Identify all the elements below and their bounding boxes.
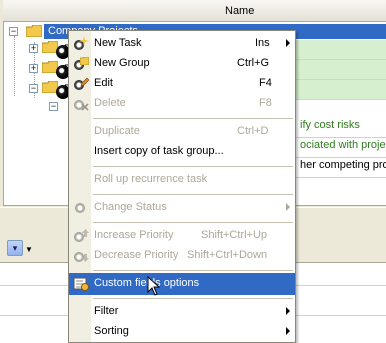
view-dropdown-button[interactable]: ▾ (7, 240, 23, 256)
mouse-cursor-icon (147, 276, 161, 296)
task-name-cell[interactable]: ociated with projec (300, 139, 386, 151)
dropdown-arrow-icon[interactable]: ▼ (25, 245, 33, 254)
menu-item-label: Filter (94, 305, 119, 317)
expand-icon[interactable]: + (29, 64, 38, 73)
collapse-icon[interactable]: − (9, 27, 18, 36)
menu-item-shortcut: F8 (259, 97, 272, 109)
menu-item-label: Delete (94, 97, 126, 109)
menu-item-label: Insert copy of task group... (94, 145, 224, 157)
column-header-name[interactable]: Name (225, 5, 254, 17)
menu-item-label: Duplicate (94, 125, 140, 137)
menu-separator (93, 222, 293, 223)
menu-item-roll-up-recurrence[interactable]: Roll up recurrence task (69, 169, 295, 191)
task-name-cell[interactable]: her competing proj (300, 159, 386, 171)
menu-item-label: Edit (94, 77, 113, 89)
task-name-cell[interactable]: ify cost risks (300, 119, 360, 131)
menu-item-decrease-priority[interactable]: Decrease Priority Shift+Ctrl+Down (69, 245, 295, 267)
collapse-icon[interactable]: − (29, 84, 38, 93)
submenu-arrow-icon (286, 307, 290, 315)
delete-icon (73, 96, 89, 112)
edit-icon (73, 76, 89, 92)
menu-separator (93, 118, 293, 119)
menu-item-shortcut: Ctrl+G (237, 57, 270, 69)
menu-item-label: Change Status (94, 201, 167, 213)
menu-separator (93, 166, 293, 167)
menu-item-edit[interactable]: Edit F4 (69, 73, 295, 95)
menu-item-shortcut: F4 (259, 77, 272, 89)
menu-item-shortcut: Ins (255, 37, 270, 49)
new-task-icon (73, 36, 89, 52)
menu-item-shortcut: Shift+Ctrl+Down (187, 249, 268, 261)
change-status-icon (73, 200, 89, 216)
row-divider (296, 177, 386, 178)
menu-item-sorting[interactable]: Sorting (69, 321, 295, 342)
menu-item-new-group[interactable]: New Group Ctrl+G (69, 53, 295, 75)
context-menu: New Task Ins New Group Ctrl+G Edit F4 De… (68, 30, 296, 343)
custom-fields-icon (73, 276, 89, 292)
menu-item-new-task[interactable]: New Task Ins (69, 33, 295, 55)
submenu-arrow-icon (286, 39, 290, 47)
tree-connector (14, 36, 15, 96)
menu-item-shortcut: Ctrl+D (237, 125, 269, 137)
new-group-icon (73, 56, 89, 72)
menu-separator (93, 298, 293, 299)
menu-item-delete[interactable]: Delete F8 (69, 93, 295, 115)
folder-icon (26, 25, 42, 37)
menu-item-duplicate[interactable]: Duplicate Ctrl+D (69, 121, 295, 143)
menu-separator (93, 270, 293, 271)
menu-item-label: New Task (94, 37, 142, 49)
row-divider (296, 157, 386, 158)
menu-separator (93, 194, 293, 195)
menu-item-label: Increase Priority (94, 229, 174, 241)
menu-item-increase-priority[interactable]: Increase Priority Shift+Ctrl+Up (69, 225, 295, 247)
column-header-row: Name (3, 0, 386, 22)
menu-item-label: Decrease Priority (94, 249, 179, 261)
submenu-arrow-icon (286, 203, 290, 211)
menu-item-custom-fields-options[interactable]: Custom fields options (69, 273, 295, 295)
menu-item-insert-copy[interactable]: Insert copy of task group... (69, 141, 295, 163)
expand-icon[interactable]: + (29, 44, 38, 53)
menu-item-label: Roll up recurrence task (94, 173, 208, 185)
collapse-icon[interactable]: − (49, 102, 58, 111)
menu-item-shortcut: Shift+Ctrl+Up (201, 229, 268, 241)
submenu-arrow-icon (286, 327, 290, 335)
menu-item-label: Sorting (94, 325, 129, 337)
menu-item-label: New Group (94, 57, 150, 69)
menu-item-filter[interactable]: Filter (69, 301, 295, 323)
menu-item-change-status[interactable]: Change Status (69, 197, 295, 219)
row-divider (296, 137, 386, 138)
decrease-priority-icon (73, 248, 89, 264)
increase-priority-icon (73, 228, 89, 244)
